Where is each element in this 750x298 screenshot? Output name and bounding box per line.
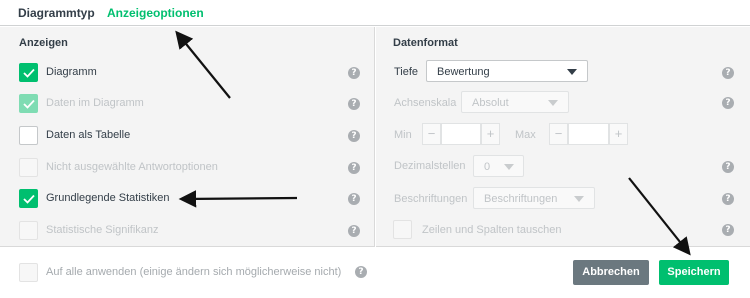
chevron-down-icon (504, 164, 514, 170)
data-in-chart-checkbox[interactable] (19, 94, 38, 113)
tab-bar: Diagrammtyp Anzeigeoptionen (0, 0, 750, 30)
option-row-chart: Diagramm ? (19, 63, 364, 83)
data-format-panel: Datenformat Tiefe Bewertung ? Achsenskal… (376, 27, 750, 247)
display-panel: Anzeigen Diagramm ? Daten im Diagramm ? … (0, 27, 375, 247)
depth-select-value: Bewertung (437, 66, 490, 78)
cancel-button[interactable]: Abbrechen (573, 260, 649, 285)
axis-scale-value: Absolut (472, 97, 509, 109)
decimal-places-select[interactable]: 0 (473, 155, 524, 177)
help-icon[interactable]: ? (348, 130, 360, 142)
min-label: Min (394, 129, 412, 141)
basic-statistics-label: Grundlegende Statistiken (46, 192, 170, 204)
data-as-table-label: Daten als Tabelle (46, 129, 131, 141)
min-decrement-button[interactable]: − (422, 123, 441, 145)
apply-all-label: Auf alle anwenden (einige ändern sich mö… (46, 266, 342, 278)
chart-checkbox[interactable] (19, 63, 38, 82)
data-as-table-checkbox[interactable] (19, 126, 38, 145)
max-increment-button[interactable]: + (609, 123, 628, 145)
save-button[interactable]: Speichern (659, 260, 729, 285)
basic-statistics-checkbox[interactable] (19, 189, 38, 208)
significance-label: Statistische Signifikanz (46, 224, 159, 236)
unselected-options-label: Nicht ausgewählte Antwortoptionen (46, 161, 218, 173)
decimal-places-value: 0 (484, 161, 491, 173)
max-input[interactable] (568, 123, 609, 145)
unselected-options-checkbox[interactable] (19, 158, 38, 177)
option-row-basic-statistics: Grundlegende Statistiken ? (19, 189, 364, 209)
display-panel-title: Anzeigen (19, 37, 68, 49)
axis-scale-label: Achsenskala (394, 97, 457, 109)
chart-label: Diagramm (46, 66, 97, 78)
help-icon[interactable]: ? (722, 97, 734, 109)
data-in-chart-label: Daten im Diagramm (46, 97, 144, 109)
help-icon[interactable]: ? (722, 161, 734, 173)
max-decrement-button[interactable]: − (549, 123, 568, 145)
option-row-data-as-table: Daten als Tabelle ? (19, 126, 364, 146)
swap-rows-columns-label: Zeilen und Spalten tauschen (422, 224, 562, 236)
depth-select[interactable]: Bewertung (426, 60, 588, 82)
help-icon[interactable]: ? (348, 98, 360, 110)
apply-all-checkbox[interactable] (19, 263, 38, 282)
significance-checkbox[interactable] (19, 221, 38, 240)
labels-select-value: Beschriftungen (484, 193, 558, 205)
swap-rows-columns-checkbox[interactable] (393, 220, 412, 239)
help-icon[interactable]: ? (348, 225, 360, 237)
chevron-down-icon (567, 69, 577, 75)
checkmark-icon (23, 99, 35, 109)
checkmark-icon (23, 68, 35, 78)
axis-scale-select[interactable]: Absolut (461, 91, 569, 113)
help-icon[interactable]: ? (722, 67, 734, 79)
depth-label: Tiefe (394, 66, 419, 78)
chevron-down-icon (548, 100, 558, 106)
max-label: Max (515, 129, 536, 141)
help-icon[interactable]: ? (348, 162, 360, 174)
tab-chart-type[interactable]: Diagrammtyp (18, 6, 95, 20)
option-row-data-in-chart: Daten im Diagramm ? (19, 94, 364, 114)
checkmark-icon (23, 194, 35, 204)
chevron-down-icon (574, 196, 584, 202)
min-input[interactable] (441, 123, 481, 145)
help-icon[interactable]: ? (348, 193, 360, 205)
option-row-unselected-options: Nicht ausgewählte Antwortoptionen ? (19, 158, 364, 178)
labels-select[interactable]: Beschriftungen (473, 187, 595, 209)
help-icon[interactable]: ? (355, 266, 367, 278)
help-icon[interactable]: ? (722, 224, 734, 236)
decimal-places-label: Dezimalstellen (394, 160, 466, 172)
help-icon[interactable]: ? (348, 67, 360, 79)
labels-label: Beschriftungen (394, 193, 468, 205)
data-format-title: Datenformat (393, 37, 458, 49)
help-icon[interactable]: ? (722, 193, 734, 205)
min-increment-button[interactable]: + (481, 123, 500, 145)
option-row-significance: Statistische Signifikanz ? (19, 221, 364, 241)
